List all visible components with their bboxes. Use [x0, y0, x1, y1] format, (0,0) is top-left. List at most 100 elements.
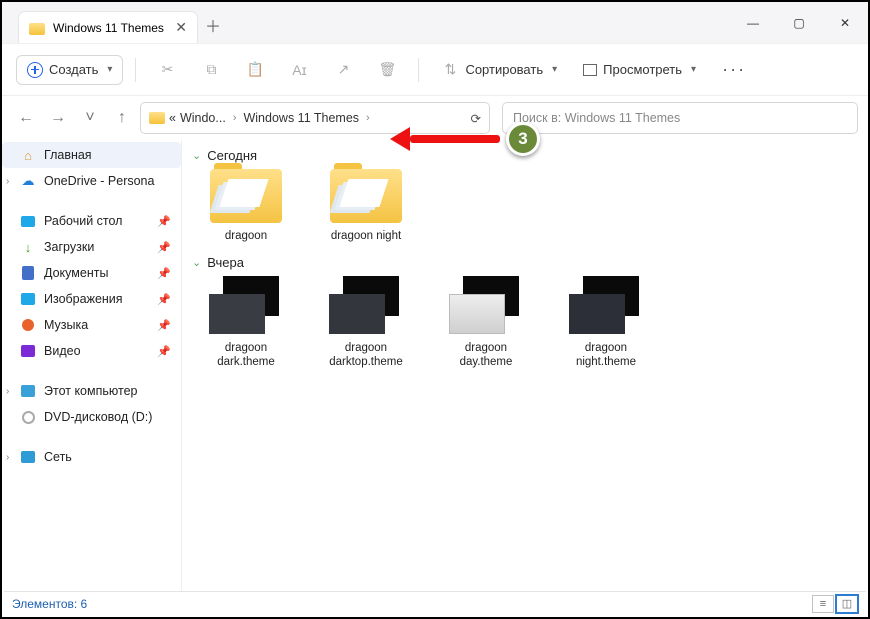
item-label: dragoon night [331, 229, 401, 243]
breadcrumb-part2[interactable]: Windows 11 Themes [243, 111, 359, 125]
pin-icon: 📌 [157, 215, 171, 228]
group-yesterday-header[interactable]: ⌄ Вчера [192, 255, 858, 270]
folder-icon [330, 169, 402, 223]
pin-icon: 📌 [157, 293, 171, 306]
search-input[interactable]: Поиск в: Windows 11 Themes [502, 102, 858, 134]
sidebar-item-onedrive[interactable]: › ☁ OneDrive - Persona [2, 168, 181, 194]
sidebar-item-downloads[interactable]: ↓ Загрузки 📌 [2, 234, 181, 260]
view-grid-button[interactable]: ◫ [836, 595, 858, 613]
theme-icon [567, 276, 645, 338]
minimize-button[interactable]: — [730, 3, 776, 43]
close-window-button[interactable]: ✕ [822, 3, 868, 43]
create-label: Создать [49, 62, 98, 77]
chevron-right-icon: › [230, 112, 240, 124]
music-icon [22, 319, 34, 331]
sidebar-label: Музыка [44, 318, 88, 332]
chevron-right-icon[interactable]: › [6, 386, 9, 397]
dots-icon: ··· [722, 59, 746, 80]
sidebar-label: Видео [44, 344, 81, 358]
sidebar-item-this-pc[interactable]: › Этот компьютер [2, 378, 181, 404]
folder-icon [210, 169, 282, 223]
chevron-right-icon[interactable]: › [6, 452, 9, 463]
sort-icon: ⇅ [441, 61, 459, 79]
chevron-right-icon: › [363, 112, 373, 124]
share-button[interactable]: ↗ [324, 55, 362, 85]
toolbar: Создать ✂ ⧉ 📋 Aɪ ↗ 🗑 ⇅ Сортировать Просм… [2, 44, 868, 96]
breadcrumb-part1[interactable]: Windo... [180, 111, 226, 125]
nav-back[interactable]: ← [12, 104, 40, 132]
titlebar: Windows 11 Themes ✕ ＋ — ▢ ✕ [2, 2, 868, 44]
folder-item[interactable]: dragoon [198, 169, 294, 243]
copy-button[interactable]: ⧉ [192, 55, 230, 85]
sidebar-item-home[interactable]: ⌂ Главная [2, 142, 181, 168]
sidebar-label: OneDrive - Persona [44, 174, 154, 188]
item-label: dragoon day.theme [460, 342, 513, 370]
theme-icon [207, 276, 285, 338]
sidebar-item-pictures[interactable]: Изображения 📌 [2, 286, 181, 312]
chevron-down-icon: ⌄ [192, 256, 201, 269]
more-button[interactable]: ··· [712, 53, 756, 86]
view-icon [583, 64, 597, 76]
cut-button[interactable]: ✂ [148, 55, 186, 85]
documents-icon [22, 266, 34, 280]
sidebar-item-music[interactable]: Музыка 📌 [2, 312, 181, 338]
pin-icon: 📌 [157, 241, 171, 254]
folder-icon [29, 23, 45, 35]
window-controls: — ▢ ✕ [730, 3, 868, 43]
nav-up[interactable]: ↑ [108, 104, 136, 132]
sort-label: Сортировать [465, 62, 543, 77]
share-icon: ↗ [334, 61, 352, 79]
tab-active[interactable]: Windows 11 Themes ✕ [18, 11, 198, 43]
sidebar-item-network[interactable]: › Сеть [2, 444, 181, 470]
item-label: dragoon night.theme [576, 342, 636, 370]
nav-forward[interactable]: → [44, 104, 72, 132]
sidebar-label: Главная [44, 148, 92, 162]
create-button[interactable]: Создать [16, 55, 123, 85]
nav-recent[interactable]: ˅ [76, 104, 104, 132]
paste-button[interactable]: 📋 [236, 55, 274, 85]
separator [418, 58, 419, 82]
main: ⌂ Главная › ☁ OneDrive - Persona Рабочий… [2, 140, 868, 591]
item-label: dragoon [225, 229, 267, 243]
view-list-button[interactable]: ≡ [812, 595, 834, 613]
status-count: 6 [81, 597, 88, 611]
folder-item[interactable]: dragoon night [318, 169, 414, 243]
pc-icon [21, 385, 35, 397]
theme-item[interactable]: dragoon darktop.theme [318, 276, 414, 370]
theme-item[interactable]: dragoon day.theme [438, 276, 534, 370]
sidebar-label: DVD-дисковод (D:) [44, 410, 152, 424]
group-today-items: dragoon dragoon night [192, 169, 858, 243]
chevron-right-icon[interactable]: › [6, 176, 9, 187]
content-area: ⌄ Сегодня dragoon dragoon night ⌄ Вчера … [182, 140, 868, 591]
delete-button[interactable]: 🗑 [368, 55, 406, 85]
pin-icon: 📌 [157, 267, 171, 280]
item-label: dragoon darktop.theme [329, 342, 403, 370]
item-label: dragoon dark.theme [217, 342, 275, 370]
status-count-label: Элементов: [12, 597, 77, 611]
annotation: 3 [390, 122, 540, 156]
arrow-icon [390, 127, 410, 151]
dvd-icon [22, 411, 35, 424]
arrow-line [410, 135, 500, 143]
sidebar-label: Документы [44, 266, 108, 280]
theme-item[interactable]: dragoon dark.theme [198, 276, 294, 370]
onedrive-icon: ☁ [20, 173, 36, 189]
desktop-icon [21, 216, 35, 227]
delete-icon: 🗑 [378, 61, 396, 79]
sidebar-item-documents[interactable]: Документы 📌 [2, 260, 181, 286]
maximize-button[interactable]: ▢ [776, 3, 822, 43]
sort-button[interactable]: ⇅ Сортировать [431, 55, 567, 85]
sidebar-item-video[interactable]: Видео 📌 [2, 338, 181, 364]
view-button[interactable]: Просмотреть [573, 56, 706, 83]
status-bar: Элементов: 6 ≡ ◫ [4, 591, 866, 615]
sidebar-label: Этот компьютер [44, 384, 137, 398]
sidebar-label: Сеть [44, 450, 72, 464]
sidebar-label: Загрузки [44, 240, 94, 254]
sidebar-item-desktop[interactable]: Рабочий стол 📌 [2, 208, 181, 234]
theme-item[interactable]: dragoon night.theme [558, 276, 654, 370]
cut-icon: ✂ [158, 61, 176, 79]
sidebar-item-dvd[interactable]: DVD-дисковод (D:) [2, 404, 181, 430]
rename-button[interactable]: Aɪ [280, 55, 318, 85]
close-tab-icon[interactable]: ✕ [175, 19, 187, 36]
new-tab-button[interactable]: ＋ [198, 7, 228, 43]
